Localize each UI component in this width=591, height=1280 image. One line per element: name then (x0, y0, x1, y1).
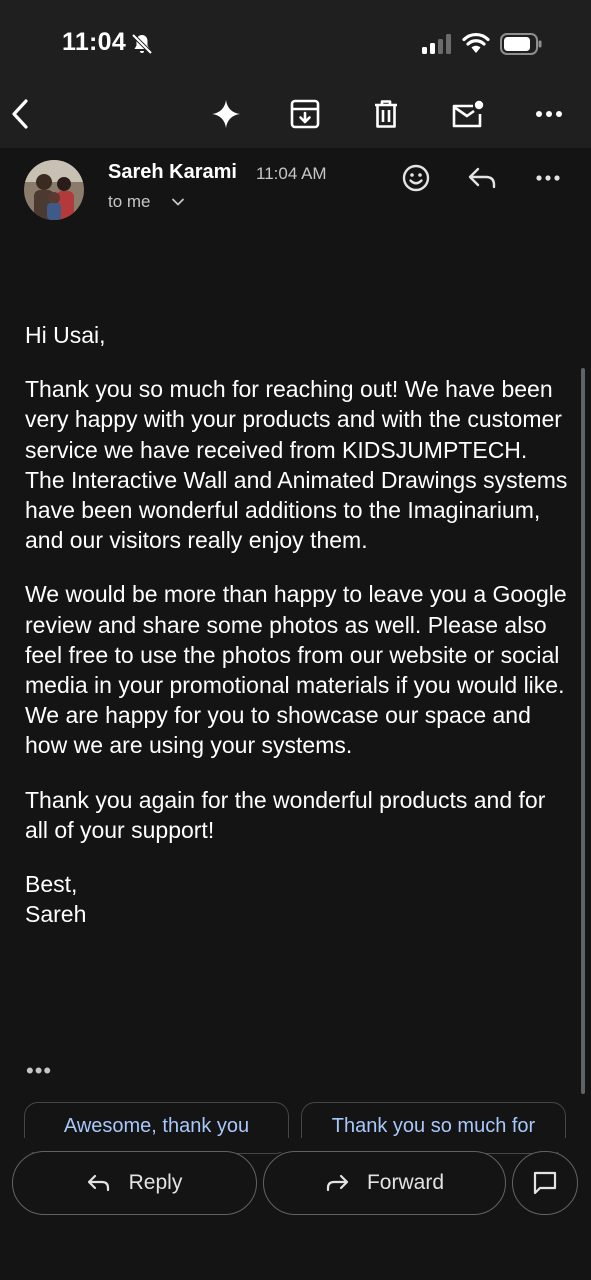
email-view: 11:04 Sareh Karami 11:04 AM to me Hi Usa… (0, 0, 591, 1280)
back-arrow-icon (12, 99, 28, 129)
signoff: Best, Sareh (25, 869, 570, 929)
more-options-button[interactable] (527, 92, 571, 136)
signoff-line: Best, (25, 871, 78, 898)
forward-icon (326, 1174, 349, 1192)
show-trimmed-content-button[interactable]: ••• (26, 1058, 52, 1084)
avatar-photo (24, 160, 84, 220)
body-paragraph: Thank you so much for reaching out! We h… (25, 376, 568, 554)
reply-button[interactable]: Reply (12, 1151, 257, 1215)
sparkle-icon (212, 100, 240, 128)
emoji-react-button[interactable] (396, 158, 436, 198)
signal-icon (422, 34, 451, 54)
reply-icon (87, 1174, 109, 1192)
gemini-button[interactable] (204, 92, 248, 136)
sent-time: 11:04 AM (256, 164, 327, 183)
mark-unread-icon (452, 100, 484, 128)
reply-label: Reply (128, 1171, 183, 1194)
recipient-summary[interactable]: to me (108, 192, 151, 212)
trash-icon (375, 100, 397, 128)
avatar[interactable] (24, 160, 84, 220)
message-more-button[interactable] (528, 158, 568, 198)
emoji-react-icon (402, 164, 430, 192)
forward-button[interactable]: Forward (263, 1151, 506, 1215)
archive-button[interactable] (283, 92, 327, 136)
email-body: Hi Usai, Thank you so much for reaching … (25, 320, 570, 929)
body-paragraph: We would be more than happy to leave you… (25, 581, 567, 759)
forward-label: Forward (366, 1171, 445, 1194)
status-time: 11:04 (62, 28, 127, 56)
chevron-down-icon[interactable] (170, 194, 186, 210)
chip-fade (0, 1138, 591, 1152)
reply-header-button[interactable] (462, 158, 502, 198)
signature: Sareh (25, 901, 87, 928)
scrollbar[interactable] (581, 368, 585, 1094)
reply-icon (468, 167, 496, 189)
mark-unread-button[interactable] (446, 92, 490, 136)
more-icon (536, 111, 562, 117)
greeting: Hi Usai, (25, 322, 106, 348)
status-bar: 11:04 (0, 0, 591, 80)
chat-icon (533, 1171, 557, 1195)
toolbar (0, 80, 591, 148)
back-button[interactable] (0, 92, 44, 136)
bell-muted-icon (131, 33, 153, 55)
more-icon (536, 175, 560, 181)
reply-chat-button[interactable] (512, 1151, 578, 1215)
body-paragraph: Thank you again for the wonderful produc… (25, 786, 546, 843)
wifi-icon (462, 32, 490, 53)
archive-icon (290, 99, 320, 129)
battery-icon (500, 33, 542, 55)
delete-button[interactable] (364, 92, 408, 136)
sender-name[interactable]: Sareh Karami (108, 161, 237, 184)
